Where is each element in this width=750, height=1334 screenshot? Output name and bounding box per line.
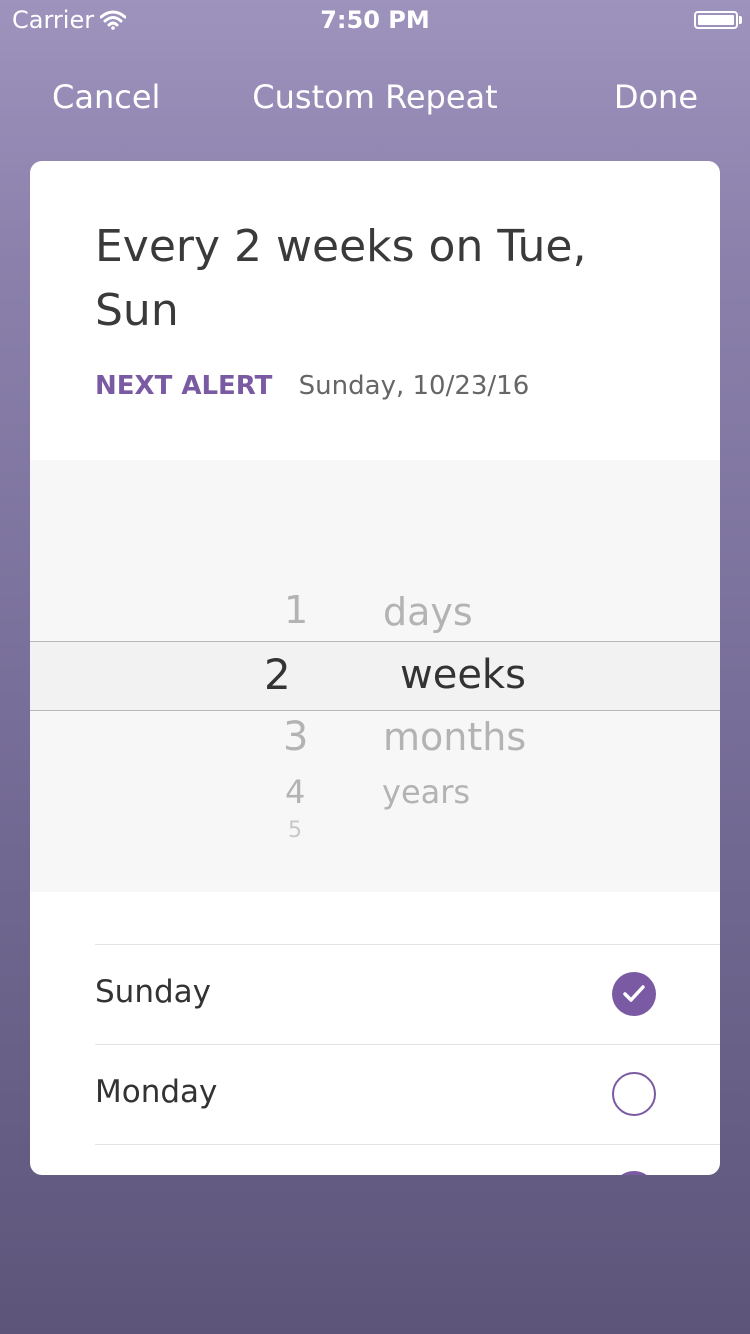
status-time: 7:50 PM: [320, 6, 430, 34]
picker-unit-option[interactable]: years: [382, 773, 470, 811]
checkmark-icon[interactable]: [612, 972, 656, 1016]
picker-number-option[interactable]: 5: [288, 818, 302, 843]
day-row-sunday[interactable]: Sunday: [30, 944, 720, 1044]
battery-icon: [694, 11, 738, 29]
nav-bar: Cancel Custom Repeat Done: [0, 78, 750, 128]
picker-selection-top: [30, 641, 720, 642]
picker-number-option[interactable]: 3: [283, 714, 308, 760]
day-divider: [95, 1144, 720, 1145]
day-row-monday[interactable]: Monday: [30, 1044, 720, 1144]
picker-number-option[interactable]: 4: [285, 773, 305, 811]
next-alert: NEXT ALERT Sunday, 10/23/16: [95, 371, 529, 401]
picker-selection-band: [30, 641, 720, 710]
checkmark-icon[interactable]: [612, 1171, 656, 1175]
battery-cap: [739, 16, 742, 24]
next-alert-date: Sunday, 10/23/16: [298, 371, 530, 401]
picker-unit-option[interactable]: days: [383, 590, 473, 634]
day-label: Sunday: [95, 974, 211, 1010]
picker-selection-bottom: [30, 710, 720, 711]
next-alert-label: NEXT ALERT: [95, 371, 273, 401]
unchecked-circle-icon[interactable]: [612, 1072, 656, 1116]
day-label: Monday: [95, 1074, 218, 1110]
status-bar: Carrier 7:50 PM: [0, 0, 750, 40]
interval-picker[interactable]: 1 2 3 4 5 days weeks months years: [30, 460, 720, 892]
done-button[interactable]: Done: [614, 78, 698, 116]
repeat-card: Every 2 weeks on Tue, Sun NEXT ALERT Sun…: [30, 161, 720, 1175]
picker-number-selected[interactable]: 2: [264, 650, 291, 699]
picker-unit-option[interactable]: months: [383, 715, 526, 759]
repeat-summary: Every 2 weeks on Tue, Sun: [95, 221, 587, 336]
picker-number-option[interactable]: 1: [284, 588, 308, 632]
picker-unit-selected[interactable]: weeks: [400, 652, 526, 698]
